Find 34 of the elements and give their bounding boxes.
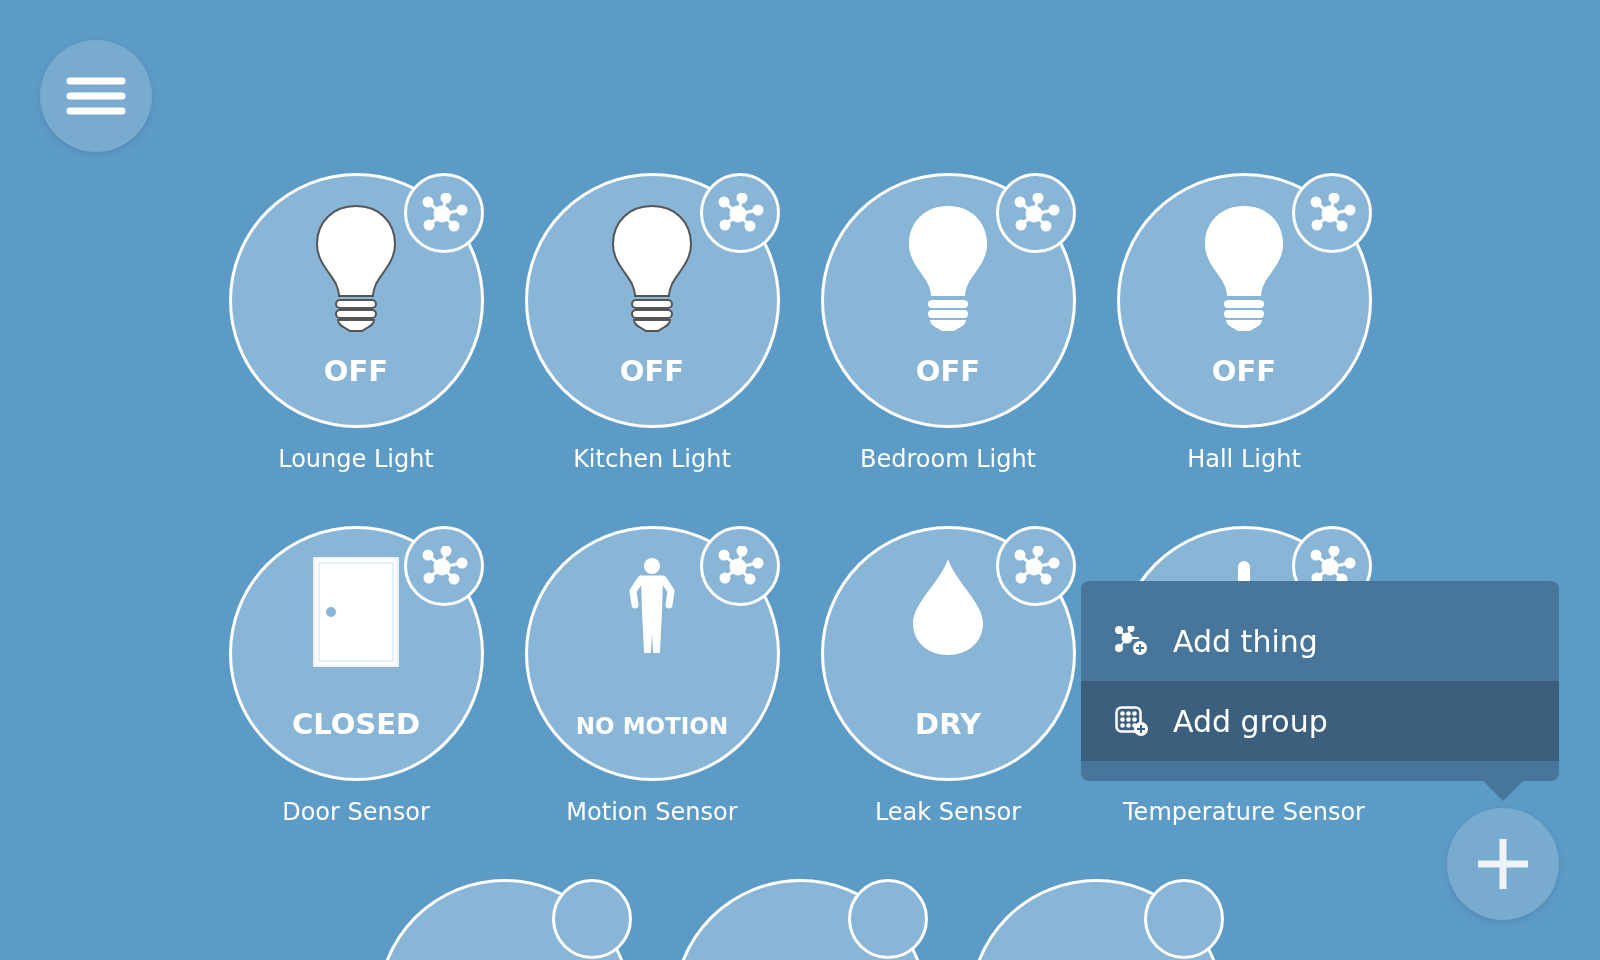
thing-tile[interactable]: OFF xyxy=(1116,173,1372,428)
menu-icon xyxy=(66,76,126,116)
thing-name: Bedroom Light xyxy=(859,444,1037,475)
light-bulb-icon xyxy=(610,204,694,334)
thing-tile[interactable]: NO MOTION xyxy=(524,526,780,781)
thing-state: OFF xyxy=(618,354,686,388)
thing-name: Temperature Sensor xyxy=(1123,797,1365,828)
light-bulb-icon xyxy=(1202,204,1286,334)
plus-icon xyxy=(1476,837,1530,891)
thing-state: OFF xyxy=(322,354,390,388)
thing-name: Door Sensor xyxy=(282,797,430,828)
light-bulb-icon xyxy=(906,204,990,334)
thing-state: CLOSED xyxy=(290,707,422,741)
thing-name: Motion Sensor xyxy=(566,797,738,828)
water-drop-icon xyxy=(911,557,985,657)
thing-state: OFF xyxy=(914,354,982,388)
thing-state: DRY xyxy=(914,707,982,741)
light-bulb-icon xyxy=(314,204,398,334)
menu-item[interactable]: Add group xyxy=(1081,681,1559,761)
thing-tile[interactable]: OFF xyxy=(228,173,484,428)
add-group-icon xyxy=(1115,706,1149,736)
thing-state: OFF xyxy=(1210,354,1278,388)
thing-tile[interactable]: DRY xyxy=(820,526,1076,781)
add-thing-icon xyxy=(1115,626,1149,656)
door-icon xyxy=(313,557,399,667)
thing-tile[interactable]: OFF xyxy=(524,173,780,428)
thing-tile[interactable]: CLOSED xyxy=(228,526,484,781)
thing-tile[interactable]: OFF xyxy=(820,173,1076,428)
thing-state: NO MOTION xyxy=(574,712,730,741)
thing-name: Kitchen Light xyxy=(573,444,731,475)
thing-name: Lounge Light xyxy=(278,444,434,475)
thing-name: Hall Light xyxy=(1187,444,1301,475)
menu-item[interactable]: Add thing xyxy=(1081,601,1559,681)
thing-name: Leak Sensor xyxy=(874,797,1022,828)
